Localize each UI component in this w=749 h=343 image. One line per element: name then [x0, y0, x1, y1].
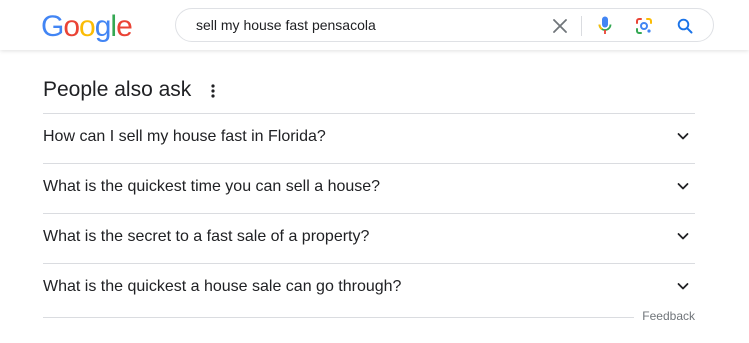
search-input[interactable]: sell my house fast pensacola	[196, 17, 376, 33]
search-icon	[677, 18, 693, 34]
more-options-button[interactable]	[206, 82, 220, 100]
question-item[interactable]: What is the secret to a fast sale of a p…	[43, 213, 695, 263]
search-box[interactable]: sell my house fast pensacola	[175, 8, 714, 42]
close-icon	[553, 19, 567, 33]
clear-search-button[interactable]	[548, 14, 572, 38]
more-vert-icon	[211, 84, 215, 98]
question-item[interactable]: How can I sell my house fast in Florida?	[43, 113, 695, 163]
feedback-link[interactable]: Feedback	[634, 309, 695, 323]
logo-letter: G	[41, 10, 64, 43]
search-button[interactable]	[673, 14, 697, 38]
logo-letter: o	[79, 10, 96, 43]
people-also-ask-heading: People also ask	[43, 78, 192, 101]
chevron-down-icon	[677, 233, 689, 240]
chevron-down-icon	[677, 283, 689, 290]
section-divider	[43, 317, 695, 318]
question-text: What is the quickest time you can sell a…	[43, 178, 381, 195]
question-item[interactable]: What is the quickest time you can sell a…	[43, 163, 695, 213]
google-logo[interactable]: Google	[41, 10, 133, 44]
search-divider	[581, 16, 582, 36]
microphone-icon	[598, 16, 612, 34]
logo-letter: e	[116, 10, 133, 43]
question-text: How can I sell my house fast in Florida?	[43, 128, 326, 145]
logo-letter: g	[94, 10, 112, 43]
google-lens-icon	[636, 18, 652, 34]
logo-letter: o	[63, 10, 80, 43]
people-also-ask-list: How can I sell my house fast in Florida?…	[43, 113, 695, 313]
top-header: Google sell my house fast pensacola	[0, 0, 749, 50]
question-text: What is the quickest a house sale can go…	[43, 278, 402, 295]
question-item[interactable]: What is the quickest a house sale can go…	[43, 263, 695, 313]
chevron-down-icon	[677, 133, 689, 140]
voice-search-button[interactable]	[593, 14, 617, 38]
question-text: What is the secret to a fast sale of a p…	[43, 228, 370, 245]
search-by-image-button[interactable]	[632, 14, 656, 38]
chevron-down-icon	[677, 183, 689, 190]
